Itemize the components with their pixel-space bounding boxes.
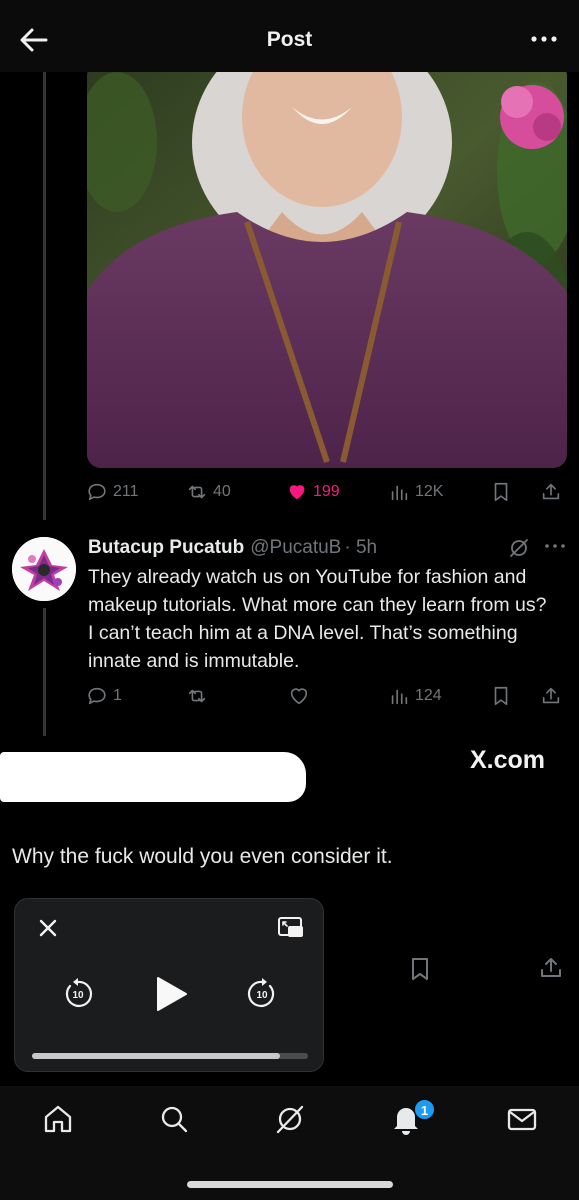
- more-dots-icon[interactable]: [542, 535, 568, 557]
- bookmark-button[interactable]: [490, 684, 512, 708]
- search-icon[interactable]: [157, 1102, 191, 1136]
- heart-filled-icon: [289, 485, 305, 500]
- notification-badge: 1: [414, 1099, 435, 1120]
- share-button[interactable]: [540, 684, 562, 708]
- play-icon[interactable]: [153, 975, 189, 1013]
- reply-count: 211: [113, 483, 139, 500]
- heart-icon: [290, 688, 308, 705]
- share-button[interactable]: [540, 480, 562, 504]
- repost-button[interactable]: [186, 684, 208, 708]
- share-icon: [542, 483, 560, 500]
- forward-10-icon[interactable]: 10: [246, 977, 278, 1009]
- reply-button[interactable]: 1: [86, 684, 122, 708]
- views-button[interactable]: 124: [388, 684, 442, 708]
- reply-count: 1: [113, 687, 122, 704]
- views-count: 124: [415, 687, 442, 704]
- display-name[interactable]: Butacup Pucatub: [88, 537, 244, 559]
- watermark: X.com: [470, 746, 546, 774]
- like-button[interactable]: [288, 684, 310, 708]
- post-action-bar: 211 40 199 12K: [86, 480, 564, 504]
- reply-action-bar: 1 124: [86, 684, 564, 708]
- repost-icon: [188, 689, 206, 703]
- reply-post: Butacup Pucatub @PucatuB · 5h They alrea…: [88, 535, 568, 675]
- share-icon: [542, 687, 560, 704]
- forward-seconds: 10: [256, 990, 268, 1001]
- like-count: 199: [313, 483, 340, 500]
- picture-in-picture-icon[interactable]: [277, 915, 305, 939]
- top-bar: Post: [0, 0, 579, 72]
- grok-icon[interactable]: [508, 537, 530, 559]
- user-handle[interactable]: @PucatuB: [250, 537, 341, 559]
- bookmark-icon[interactable]: [408, 956, 432, 982]
- grok-icon[interactable]: [273, 1102, 307, 1136]
- post-image[interactable]: [87, 62, 567, 468]
- views-chart-icon: [391, 485, 408, 501]
- close-icon[interactable]: [37, 917, 59, 939]
- bookmark-icon: [494, 482, 508, 502]
- thread-line: [43, 608, 46, 736]
- video-progress-fill: [32, 1053, 281, 1059]
- bookmark-button[interactable]: [490, 480, 512, 504]
- mini-video-player[interactable]: 10 10: [14, 898, 324, 1072]
- video-progress-bar[interactable]: [32, 1053, 308, 1059]
- messages-envelope-icon[interactable]: [505, 1102, 539, 1136]
- more-dots-icon[interactable]: [527, 24, 561, 54]
- views-button[interactable]: 12K: [388, 480, 443, 504]
- reply-icon: [88, 483, 106, 501]
- reply-text: They already watch us on YouTube for fas…: [88, 566, 547, 672]
- share-icon[interactable]: [538, 955, 564, 981]
- repost-button[interactable]: 40: [186, 480, 231, 504]
- thread-line: [43, 72, 46, 520]
- bookmark-icon: [494, 686, 508, 706]
- rewind-10-icon[interactable]: 10: [62, 977, 94, 1009]
- redaction-block: [0, 752, 306, 802]
- reply-icon: [88, 687, 106, 705]
- page-title: Post: [266, 28, 313, 51]
- repost-icon: [188, 485, 206, 499]
- post-text: Why the fuck would you even consider it.: [12, 845, 393, 868]
- avatar[interactable]: [12, 537, 76, 601]
- views-count: 12K: [415, 483, 444, 500]
- reply-button[interactable]: 211: [86, 480, 139, 504]
- views-chart-icon: [391, 689, 408, 705]
- repost-count: 40: [213, 483, 231, 500]
- home-icon[interactable]: [41, 1102, 75, 1136]
- home-indicator: [187, 1181, 393, 1188]
- like-button[interactable]: 199: [286, 480, 340, 504]
- rewind-seconds: 10: [72, 990, 84, 1001]
- post-time: · 5h: [344, 537, 378, 558]
